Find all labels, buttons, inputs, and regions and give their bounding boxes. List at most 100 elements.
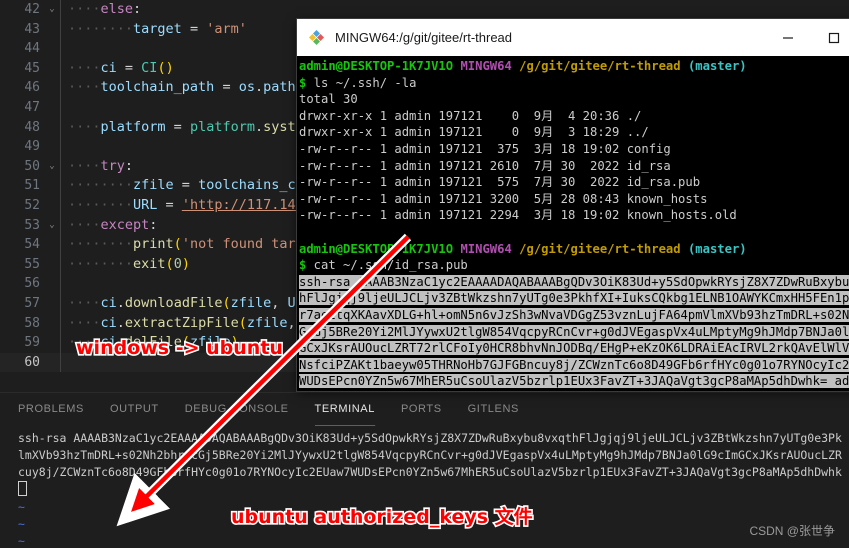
maximize-icon[interactable] [811, 19, 849, 56]
line-number: 55 [24, 256, 40, 272]
pubkey-selected-text: NsfciPZAKt1baeyw05THRNoHb7GJFGBncuy8j/ZC… [299, 357, 849, 372]
vim-tilde-marker: ~ [18, 500, 25, 514]
minimize-icon[interactable] [765, 19, 811, 56]
ls-output-line: total 30 [299, 92, 358, 107]
mingw-diamond-icon [308, 29, 325, 46]
code-text: ····except: [68, 216, 158, 233]
code-text: ····ci.delFile(zfile) [68, 334, 239, 351]
command-cat-text: cat ~/.ssh/id_rsa.pub [306, 258, 468, 273]
vim-tilde-marker: ~ [18, 517, 25, 531]
command-cat: $ cat ~/.ssh/id_rsa.pub [299, 257, 849, 274]
panel-tab-output[interactable]: OUTPUT [110, 393, 159, 426]
pubkey-line: ssh-rsa AAAAB3NzaC1yc2EAAAADAQABAAABgQDv… [299, 274, 849, 291]
terminal-cursor [18, 481, 849, 499]
panel-tab-terminal[interactable]: TERMINAL [314, 393, 376, 426]
code-text: ········target = 'arm' [68, 20, 247, 37]
line-number: 54 [24, 237, 40, 253]
line-number: 53 [24, 217, 40, 233]
code-text: ····ci.downloadFile(zfile, URL [68, 294, 312, 311]
code-text: ········print('not found targe [68, 236, 312, 253]
line-number: 44 [24, 41, 40, 57]
pubkey-selected-text: hFlJgjqj9ljeULJCLjv3ZBtWkzshn7yUTg0e3Pkh… [299, 291, 849, 306]
line-number: 52 [24, 197, 40, 213]
line-number: 59 [24, 335, 40, 351]
chevron-down-icon[interactable]: ⌄ [44, 0, 60, 20]
code-text: ····ci.extractZipFile(zfile, to [68, 314, 320, 331]
ls-output-line: -rw-r--r-- 1 admin 197121 3200 5月 28 08:… [299, 191, 708, 206]
chevron-down-icon[interactable]: ⌄ [44, 216, 60, 236]
pubkey-selected-text: WUDsEPcn0YZn5w67MhER5uCsoUlazV5bzrlp1EUx… [299, 374, 849, 389]
code-text: ····toolchain_path = os.path.jo [68, 79, 320, 96]
line-number: 60 [24, 354, 40, 370]
prompt-branch: (master) [687, 59, 747, 73]
mingw64-window[interactable]: MINGW64:/g/git/gitee/rt-thread admin@DES… [297, 19, 849, 391]
prompt-user: admin@DESKTOP-1K7JV1O [299, 241, 454, 256]
panel-tab-gitlens[interactable]: GITLENS [468, 393, 519, 426]
prompt-user: admin@DESKTOP-1K7JV1O [299, 59, 454, 73]
bottom-panel: PROBLEMS OUTPUT DEBUG CONSOLE TERMINAL PORTS… [0, 392, 849, 548]
pubkey-line: GCxJKsrAUOucLZRT72rlCFoIy0HCR8bhvNnJODBq… [299, 340, 849, 357]
panel-tab-problems[interactable]: PROBLEMS [18, 393, 84, 426]
ls-output-line: -rw-r--r-- 1 admin 197121 575 7月 30 2022… [299, 175, 701, 190]
pubkey-selected-text: GCxJKsrAUOucLZRT72rlCFoIy0HCR8bhvNnJODBq… [299, 341, 849, 356]
terminal-output-line: cuy8j/ZCWznTc6o8D49GFb6rfHYc0g01o7RYNOcy… [18, 465, 842, 479]
line-number: 42 [24, 2, 40, 17]
line-number: 50 [24, 158, 40, 174]
code-line[interactable]: 42 ⌄ ····else: [0, 0, 849, 20]
vscode-terminal[interactable]: ssh-rsa AAAAB3NzaC1yc2EAAAADAQABAAABgQDv… [0, 426, 849, 548]
ls-output-line: drwxr-xr-x 1 admin 197121 0 9月 3 18:29 .… [299, 125, 649, 140]
code-text: ····else: [68, 1, 142, 17]
prompt-path: /g/git/gitee/rt-thread [519, 59, 681, 73]
line-number: 47 [24, 99, 40, 115]
ls-output-line: -rw-r--r-- 1 admin 197121 2294 3月 18 19:… [299, 208, 737, 223]
chevron-down-icon[interactable]: ⌄ [44, 157, 60, 177]
code-text: ········zfile = toolchains_con [68, 177, 312, 194]
line-number: 49 [24, 139, 40, 155]
code-text: ····try: [68, 157, 134, 174]
line-number: 56 [24, 276, 40, 292]
pubkey-selected-text: r7ae2tqXKAavXDLG+hl+omN5n6vJzSh3wNvaVDGg… [299, 307, 849, 322]
csdn-watermark: CSDN @张世争 [749, 524, 835, 538]
shell-prompt-line: admin@DESKTOP-1K7JV1O MINGW64 /g/git/git… [299, 241, 849, 258]
line-number: 45 [24, 60, 40, 76]
code-text: ····ci = CI() [68, 59, 174, 76]
line-number: 43 [24, 21, 40, 37]
ls-output-line: drwxr-xr-x 1 admin 197121 0 9月 4 20:36 .… [299, 108, 642, 123]
pubkey-selected-text: ssh-rsa AAAAB3NzaC1yc2EAAAADAQABAAABgQDv… [299, 274, 849, 289]
panel-tab-ports[interactable]: PORTS [401, 393, 442, 426]
prompt-path: /g/git/gitee/rt-thread [519, 241, 681, 256]
panel-tab-debug-console[interactable]: DEBUG CONSOLE [185, 393, 289, 426]
mingw64-title-bar[interactable]: MINGW64:/g/git/gitee/rt-thread [297, 19, 849, 56]
line-number: 48 [24, 119, 40, 135]
line-number: 51 [24, 178, 40, 194]
line-number: 46 [24, 80, 40, 96]
panel-tab-bar: PROBLEMS OUTPUT DEBUG CONSOLE TERMINAL PORTS… [0, 393, 849, 426]
mingw64-console-output[interactable]: admin@DESKTOP-1K7JV1O MINGW64 /g/git/git… [297, 56, 849, 391]
code-text: ····platform = platform.system [68, 118, 312, 135]
shell-prompt-line: admin@DESKTOP-1K7JV1O MINGW64 /g/git/git… [299, 58, 849, 75]
prompt-shell: MINGW64 [460, 59, 512, 73]
terminal-output-line: ssh-rsa AAAAB3NzaC1yc2EAAAADAQABAAABgQDv… [18, 431, 842, 445]
code-text: ········URL = 'http://117.143. [68, 196, 312, 213]
pubkey-line: hFlJgjqj9ljeULJCLjv3ZBtWkzshn7yUTg0e3Pkh… [299, 290, 849, 307]
